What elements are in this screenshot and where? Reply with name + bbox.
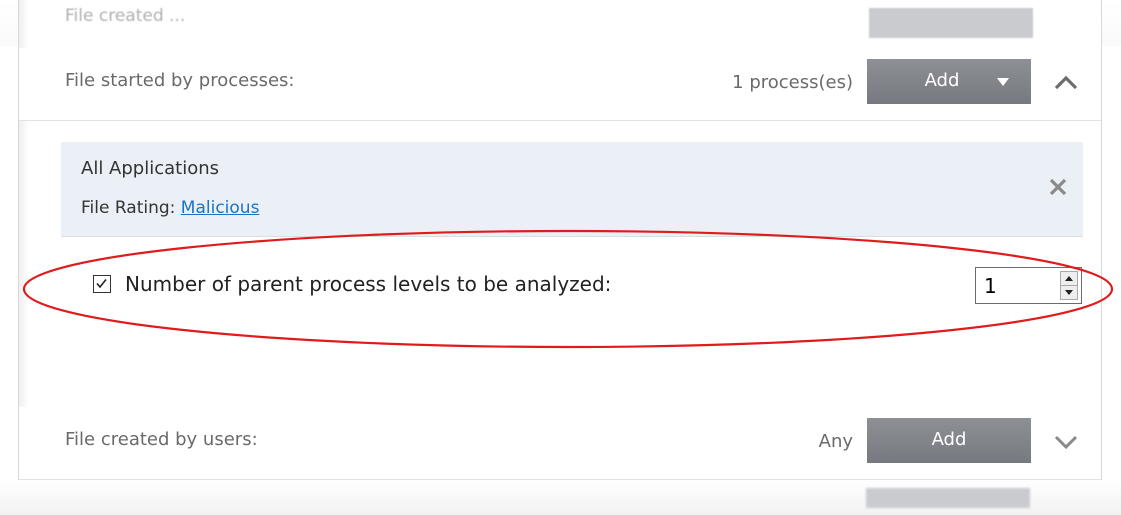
faded-row-label: File created ... (65, 6, 186, 26)
parent-levels-spinner[interactable]: 1 (975, 267, 1082, 304)
faded-row-above: File created ... (19, 0, 1101, 49)
process-count: 1 process(es) (732, 72, 853, 93)
chevron-down-icon[interactable] (1053, 429, 1079, 455)
add-process-button-label: Add (924, 70, 960, 91)
users-count: Any (818, 431, 853, 452)
file-rating: File Rating: Malicious (81, 198, 259, 218)
stage: File created ... File started by process… (0, 0, 1121, 515)
dropdown-caret-icon[interactable] (997, 78, 1009, 86)
users-row: File created by users: Any Add (19, 407, 1101, 480)
file-rating-prefix: File Rating: (81, 198, 181, 218)
application-entry: All Applications File Rating: Malicious (61, 142, 1083, 237)
faded-add-button (869, 8, 1033, 38)
add-user-button[interactable]: Add (867, 418, 1031, 463)
parent-levels-checkbox[interactable] (93, 275, 111, 293)
process-row-label: File started by processes: (65, 70, 295, 91)
spinner-down-icon[interactable] (1061, 286, 1077, 299)
process-row: File started by processes: 1 process(es)… (19, 48, 1101, 121)
users-row-label: File created by users: (65, 429, 258, 450)
spinner-buttons (1060, 271, 1078, 300)
chevron-up-icon[interactable] (1053, 70, 1079, 96)
file-rating-link[interactable]: Malicious (181, 198, 260, 218)
parent-levels-label: Number of parent process levels to be an… (125, 272, 612, 296)
rule-conditions-panel: File created ... File started by process… (18, 0, 1102, 515)
checkbox-checked-icon (96, 279, 107, 289)
parent-levels-option: Number of parent process levels to be an… (93, 272, 611, 296)
add-process-button[interactable]: Add (867, 59, 1031, 104)
faded-button-below (866, 488, 1030, 508)
close-icon[interactable] (1047, 176, 1069, 198)
add-user-button-label: Add (931, 429, 967, 450)
parent-levels-value[interactable]: 1 (984, 274, 997, 298)
spinner-up-icon[interactable] (1061, 272, 1077, 286)
application-name: All Applications (81, 158, 219, 179)
